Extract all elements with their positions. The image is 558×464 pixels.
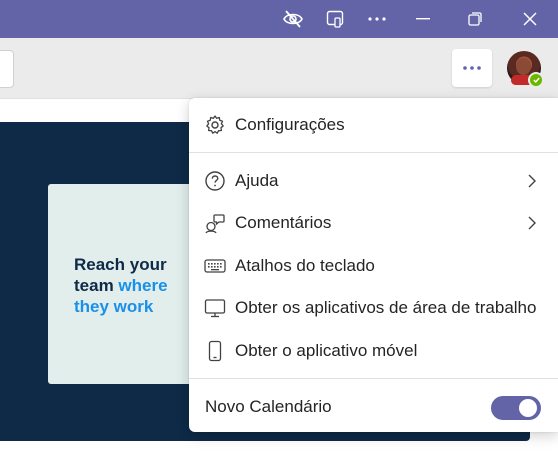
minimize-icon[interactable] <box>398 0 448 38</box>
keyboard-icon <box>204 255 226 277</box>
settings-and-more-button[interactable] <box>452 49 492 87</box>
menu-item-label: Configurações <box>235 115 345 134</box>
more-horizontal-icon <box>463 66 481 70</box>
phone-icon <box>204 340 226 362</box>
presence-available-icon <box>528 72 544 88</box>
screen-share-icon[interactable] <box>314 0 356 38</box>
more-horizontal-icon[interactable] <box>356 0 398 38</box>
menu-item-label: Ajuda <box>235 171 279 190</box>
monitor-icon <box>204 297 226 319</box>
menu-divider <box>189 152 558 153</box>
close-icon[interactable] <box>502 0 558 38</box>
title-bar <box>0 0 558 38</box>
menu-item-keyboard-shortcuts[interactable]: Atalhos do teclado <box>189 246 558 286</box>
chevron-right-icon <box>528 216 536 230</box>
menu-item-new-calendar[interactable]: Novo Calendário <box>189 387 558 427</box>
menu-item-label: Atalhos do teclado <box>235 256 375 275</box>
promo-line-2a: team <box>74 276 119 295</box>
avatar[interactable] <box>507 51 544 88</box>
avatar-face <box>516 58 531 75</box>
menu-divider <box>189 378 558 379</box>
menu-item-desktop-apps[interactable]: Obter os aplicativos de área de trabalho <box>189 288 558 328</box>
help-circle-icon <box>204 170 226 192</box>
settings-menu: Configurações Ajuda Comentários Atalhos … <box>189 98 558 432</box>
menu-item-label: Comentários <box>235 213 332 232</box>
eye-off-icon[interactable] <box>272 0 314 38</box>
chevron-right-icon <box>528 174 536 188</box>
toggle-knob <box>519 399 537 417</box>
menu-item-label: Novo Calendário <box>205 397 332 416</box>
menu-item-settings[interactable]: Configurações <box>189 105 558 145</box>
feedback-icon <box>204 212 226 234</box>
promo-line-2b: where <box>118 276 168 295</box>
menu-item-help[interactable]: Ajuda <box>189 161 558 201</box>
menu-item-label: Obter o aplicativo móvel <box>235 341 418 360</box>
menu-item-label: Obter os aplicativos de área de trabalho <box>235 298 537 317</box>
gear-icon <box>204 114 226 136</box>
search-input[interactable] <box>0 50 14 88</box>
menu-item-feedback[interactable]: Comentários <box>189 203 558 243</box>
app-toolbar <box>0 38 558 99</box>
new-calendar-toggle[interactable] <box>491 396 541 420</box>
menu-item-mobile-app[interactable]: Obter o aplicativo móvel <box>189 331 558 371</box>
restore-icon[interactable] <box>448 0 502 38</box>
